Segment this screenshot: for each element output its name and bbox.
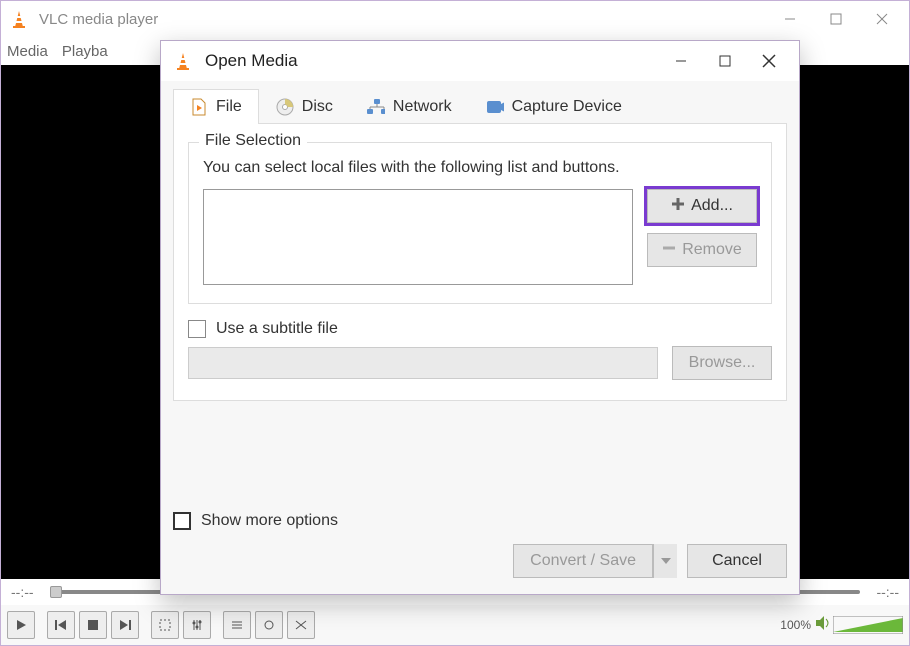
show-more-label: Show more options	[201, 512, 338, 530]
network-icon	[367, 98, 385, 116]
prev-button[interactable]	[47, 611, 75, 639]
open-media-dialog: Open Media File Disc Network Capture Dev	[160, 40, 800, 595]
tab-file-label: File	[216, 98, 242, 116]
subtitle-file-input	[188, 347, 658, 379]
next-button[interactable]	[111, 611, 139, 639]
time-elapsed: --:--	[11, 584, 34, 600]
show-more-checkbox[interactable]	[173, 512, 191, 530]
dialog-titlebar: Open Media	[161, 41, 799, 81]
browse-button[interactable]: Browse...	[672, 346, 772, 380]
remove-button[interactable]: Remove	[647, 233, 757, 267]
loop-button[interactable]	[255, 611, 283, 639]
cancel-button-label: Cancel	[712, 552, 762, 570]
remove-button-label: Remove	[682, 241, 742, 259]
file-list[interactable]	[203, 189, 633, 285]
dialog-maximize-button[interactable]	[703, 46, 747, 76]
file-selection-legend: File Selection	[199, 132, 307, 150]
subtitle-checkbox-label: Use a subtitle file	[216, 320, 338, 338]
shuffle-button[interactable]	[287, 611, 315, 639]
toolbar: 100%	[1, 605, 909, 645]
volume-label: 100%	[780, 618, 811, 632]
menu-playback[interactable]: Playba	[62, 43, 108, 60]
vlc-cone-icon	[9, 9, 29, 29]
file-selection-group: File Selection You can select local file…	[188, 142, 772, 304]
main-titlebar: VLC media player	[1, 1, 909, 37]
dialog-title: Open Media	[205, 51, 659, 71]
disc-icon	[276, 98, 294, 116]
dialog-close-button[interactable]	[747, 46, 791, 76]
vlc-cone-icon	[173, 51, 193, 71]
time-total: --:--	[876, 584, 899, 600]
tabs: File Disc Network Capture Device	[173, 89, 787, 124]
maximize-button[interactable]	[813, 3, 859, 35]
tab-file[interactable]: File	[173, 89, 259, 124]
menu-media[interactable]: Media	[7, 43, 48, 60]
play-button[interactable]	[7, 611, 35, 639]
plus-icon	[671, 197, 685, 216]
minimize-button[interactable]	[767, 3, 813, 35]
volume-slider[interactable]	[833, 616, 903, 634]
convert-save-button[interactable]: Convert / Save	[513, 544, 677, 578]
speaker-icon[interactable]	[815, 615, 833, 636]
playlist-button[interactable]	[223, 611, 251, 639]
tab-capture-label: Capture Device	[512, 98, 622, 116]
tab-disc[interactable]: Disc	[259, 89, 350, 124]
tab-network-label: Network	[393, 98, 452, 116]
close-button[interactable]	[859, 3, 905, 35]
file-icon	[190, 98, 208, 116]
tab-capture[interactable]: Capture Device	[469, 89, 639, 124]
stop-button[interactable]	[79, 611, 107, 639]
dialog-minimize-button[interactable]	[659, 46, 703, 76]
browse-button-label: Browse...	[689, 354, 756, 372]
capture-icon	[486, 98, 504, 116]
file-selection-instruction: You can select local files with the foll…	[203, 159, 757, 177]
fullscreen-button[interactable]	[151, 611, 179, 639]
settings-button[interactable]	[183, 611, 211, 639]
add-button[interactable]: Add...	[647, 189, 757, 223]
chevron-down-icon[interactable]	[653, 544, 677, 578]
cancel-button[interactable]: Cancel	[687, 544, 787, 578]
main-window-title: VLC media player	[39, 11, 767, 28]
tab-disc-label: Disc	[302, 98, 333, 116]
minus-icon	[662, 241, 676, 260]
convert-save-label: Convert / Save	[530, 552, 636, 570]
tab-network[interactable]: Network	[350, 89, 469, 124]
subtitle-checkbox[interactable]	[188, 320, 206, 338]
add-button-label: Add...	[691, 197, 733, 215]
